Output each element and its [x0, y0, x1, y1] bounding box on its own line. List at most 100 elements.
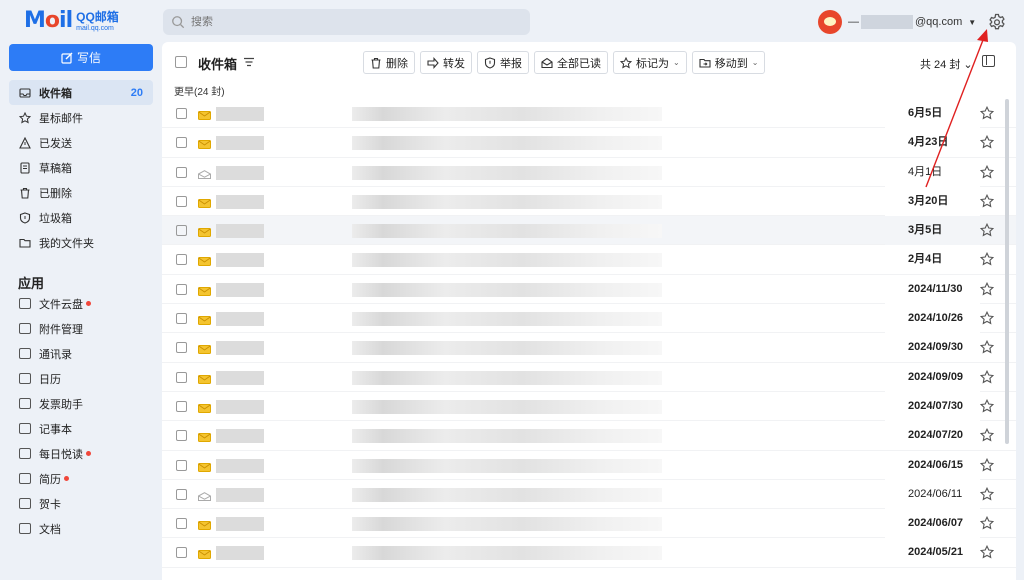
star-toggle-icon[interactable] — [979, 457, 995, 472]
star-toggle-icon[interactable] — [979, 252, 995, 266]
email-sender-redacted — [216, 136, 264, 151]
move-to-dropdown[interactable]: 移动到 ⌄ — [691, 51, 766, 74]
button-label: 标记为 — [636, 57, 669, 70]
apps-list: 文件云盘 附件管理 通讯录 日历 发票助手 记事本 每日悦读 简历 贺卡 文档 — [9, 291, 153, 541]
email-checkbox[interactable] — [176, 371, 187, 383]
email-checkbox[interactable] — [176, 108, 187, 119]
app-item-cloud-drive[interactable]: 文件云盘 — [9, 291, 153, 316]
app-item-notes[interactable]: 记事本 — [9, 416, 153, 441]
star-toggle-icon[interactable] — [979, 516, 995, 530]
email-checkbox[interactable] — [176, 459, 187, 471]
email-checkbox[interactable] — [176, 137, 187, 149]
email-subject-redacted — [352, 487, 662, 502]
email-checkbox[interactable] — [176, 518, 187, 530]
app-item-docs[interactable]: 文档 — [9, 516, 153, 541]
email-checkbox[interactable] — [176, 225, 187, 237]
chevron-down-icon: ⌄ — [963, 59, 973, 71]
unread-envelope-icon — [198, 519, 211, 531]
star-toggle-icon[interactable] — [979, 193, 995, 208]
email-subject-redacted — [352, 107, 662, 121]
email-checkbox[interactable] — [176, 547, 187, 559]
email-row[interactable]: 3月5日 — [162, 216, 1016, 246]
star-toggle-icon[interactable] — [979, 486, 995, 501]
reading-icon — [19, 448, 31, 459]
shield-icon — [19, 211, 31, 224]
select-all-checkbox[interactable] — [175, 56, 187, 68]
sidebar-item-my-folders[interactable]: 我的文件夹 — [9, 230, 153, 255]
delete-button[interactable]: 删除 — [363, 51, 415, 74]
sidebar-item-drafts[interactable]: 草稿箱 — [9, 155, 153, 180]
scrollbar[interactable] — [1005, 99, 1009, 444]
email-subject-redacted — [352, 165, 662, 180]
app-item-contacts[interactable]: 通讯录 — [9, 341, 153, 366]
gear-icon[interactable] — [987, 12, 1007, 32]
email-row[interactable]: 2024/09/09 — [162, 362, 1016, 392]
star-toggle-icon[interactable] — [979, 428, 995, 442]
email-row[interactable]: 2月4日 — [162, 245, 1016, 275]
email-row[interactable]: 2024/06/07 — [162, 509, 1016, 539]
mark-all-read-button[interactable]: 全部已读 — [534, 51, 608, 74]
app-item-invoice[interactable]: 发票助手 — [9, 391, 153, 416]
email-checkbox[interactable] — [176, 342, 187, 354]
star-toggle-icon[interactable] — [979, 545, 995, 559]
email-row[interactable]: 2024/06/11 — [162, 479, 1016, 510]
sidebar-item-spam[interactable]: 垃圾箱 — [9, 205, 153, 230]
email-row[interactable]: 2024/11/30 — [162, 274, 1016, 305]
logo-wordmark: Moil — [24, 8, 73, 33]
apps-section-title: 应用 — [18, 276, 45, 291]
email-row[interactable]: 3月20日 — [162, 186, 1016, 217]
app-item-cards[interactable]: 贺卡 — [9, 491, 153, 516]
app-item-daily-reading[interactable]: 每日悦读 — [9, 441, 153, 466]
email-row[interactable]: 6月5日 — [162, 99, 1016, 129]
email-row[interactable]: 4月1日 — [162, 157, 1016, 187]
email-row[interactable]: 2024/07/30 — [162, 391, 1016, 422]
star-toggle-icon[interactable] — [979, 164, 995, 179]
compose-button[interactable]: 写信 — [9, 44, 153, 71]
email-row[interactable]: 4月23日 — [162, 128, 1016, 158]
star-toggle-icon[interactable] — [979, 310, 995, 325]
email-checkbox[interactable] — [176, 195, 187, 207]
account-menu[interactable]: — @qq.com ▼ — [818, 10, 976, 34]
email-checkbox[interactable] — [176, 400, 187, 412]
star-toggle-icon[interactable] — [979, 340, 995, 354]
email-row[interactable]: 2024/10/26 — [162, 304, 1016, 334]
mark-as-dropdown[interactable]: 标记为 ⌄ — [613, 51, 687, 74]
search-box[interactable] — [163, 9, 530, 35]
unread-envelope-icon — [198, 197, 211, 208]
search-input[interactable] — [191, 16, 491, 28]
avatar[interactable] — [818, 10, 842, 34]
star-toggle-icon[interactable] — [979, 398, 995, 413]
email-checkbox[interactable] — [176, 488, 187, 500]
sidebar-item-inbox[interactable]: 收件箱 20 — [9, 80, 153, 105]
sidebar-item-starred[interactable]: 星标邮件 — [9, 105, 153, 130]
star-toggle-icon[interactable] — [979, 223, 995, 237]
email-checkbox[interactable] — [176, 166, 187, 178]
qq-mail-logo[interactable]: Moil QQ邮箱 mail.qq.com — [24, 9, 119, 33]
star-toggle-icon[interactable] — [979, 369, 995, 384]
star-toggle-icon[interactable] — [979, 281, 995, 296]
email-checkbox[interactable] — [176, 430, 187, 442]
unread-envelope-icon — [198, 285, 211, 296]
email-row[interactable]: 2024/09/30 — [162, 333, 1016, 363]
email-row[interactable]: 2024/06/15 — [162, 450, 1016, 480]
trash-icon — [371, 57, 381, 69]
app-item-attachments[interactable]: 附件管理 — [9, 316, 153, 341]
email-row[interactable]: 2024/07/20 — [162, 421, 1016, 451]
forward-button[interactable]: 转发 — [420, 51, 472, 74]
layout-toggle-icon[interactable] — [982, 55, 995, 67]
app-item-resume[interactable]: 简历 — [9, 466, 153, 491]
app-item-calendar[interactable]: 日历 — [9, 366, 153, 391]
star-toggle-icon[interactable] — [979, 105, 995, 120]
sidebar-item-deleted[interactable]: 已删除 — [9, 180, 153, 205]
report-button[interactable]: 举报 — [477, 51, 529, 74]
caret-down-icon[interactable]: ▼ — [968, 18, 976, 27]
mail-total-dropdown[interactable]: 共 24 封 ⌄ — [920, 56, 973, 72]
email-subject-redacted — [352, 312, 662, 327]
filter-icon[interactable] — [244, 57, 254, 67]
email-checkbox[interactable] — [176, 254, 187, 266]
email-checkbox[interactable] — [176, 313, 187, 325]
email-row[interactable]: 2024/05/21 — [162, 538, 1016, 568]
star-toggle-icon[interactable] — [979, 135, 995, 149]
email-checkbox[interactable] — [176, 283, 187, 295]
sidebar-item-sent[interactable]: 已发送 — [9, 130, 153, 155]
